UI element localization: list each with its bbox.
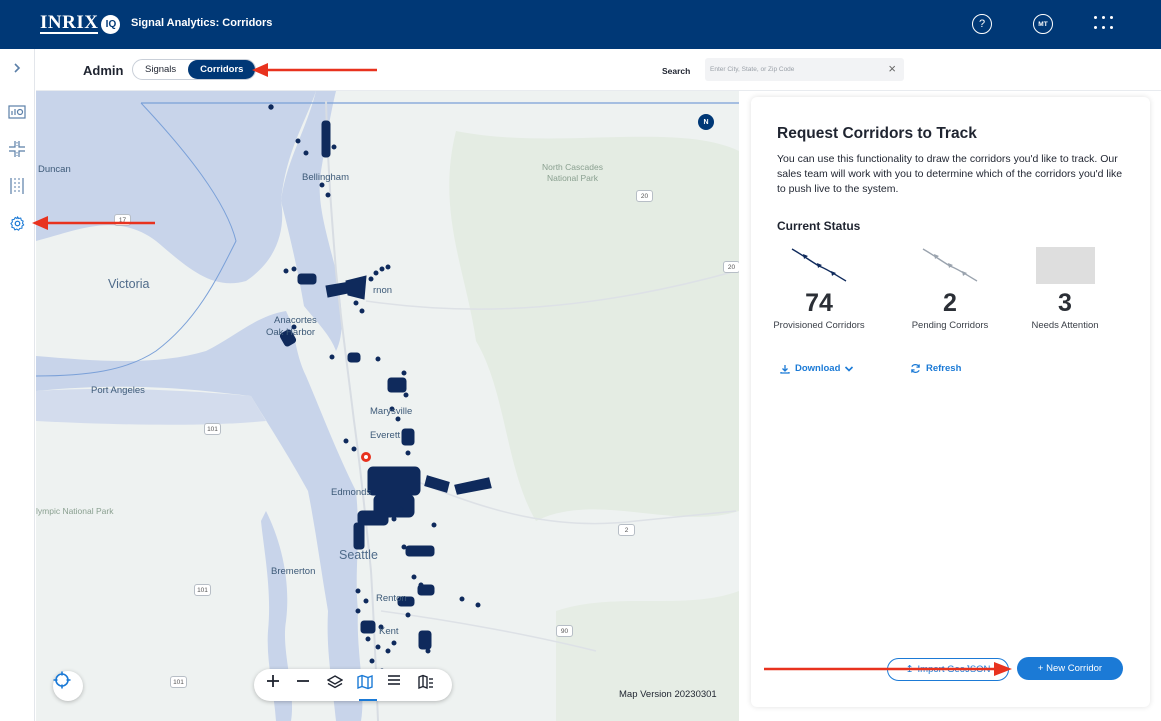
map-label-everett: Everett <box>370 430 401 441</box>
left-sidebar <box>0 49 35 721</box>
map-view-icon[interactable] <box>357 674 379 701</box>
annotation-arrow-corridors-tab <box>252 63 377 77</box>
map-view[interactable]: Duncan Victoria Bellingham North Cascade… <box>36 91 739 721</box>
map-label-renton: Renton <box>376 593 407 604</box>
map-label-north-cascades: North Cascades National Park <box>542 162 603 183</box>
panel-title: Request Corridors to Track <box>777 125 977 142</box>
request-corridors-panel: Request Corridors to Track You can use t… <box>751 97 1150 707</box>
top-bar: INRIX IQ Signal Analytics: Corridors ? M… <box>0 0 1161 49</box>
needs-attention-count: 3 <box>1058 289 1072 317</box>
avatar[interactable]: MT <box>1033 14 1053 34</box>
logo-badge: IQ <box>101 14 121 34</box>
highway-shield: 20 <box>636 190 653 202</box>
layers-icon[interactable] <box>326 674 349 696</box>
locate-me-button[interactable] <box>53 671 83 701</box>
annotation-arrow-new-corridor <box>764 662 1012 676</box>
page-title: Admin <box>83 63 124 78</box>
map-label-duncan: Duncan <box>38 164 71 175</box>
annotation-arrow-settings <box>32 216 155 230</box>
search-label: Search <box>662 66 691 76</box>
north-indicator-icon[interactable]: N <box>698 114 714 130</box>
highway-shield: 2 <box>618 524 635 536</box>
crosshair-icon <box>53 671 71 689</box>
map-label-bremerton: Bremerton <box>271 566 316 577</box>
search-box: × <box>705 58 904 81</box>
pending-count: 2 <box>943 289 957 317</box>
stat-provisioned: 74 Provisioned Corridors <box>759 245 879 331</box>
highway-shield: 101 <box>170 676 187 688</box>
view-toggle: Signals Corridors <box>132 59 257 80</box>
provisioned-corridor-icon <box>759 245 879 285</box>
highway-shield: 20 <box>723 261 739 273</box>
download-button[interactable]: Download <box>780 363 859 374</box>
needs-attention-label: Needs Attention <box>1031 320 1099 331</box>
map-label-mount-vernon: rnon <box>373 285 393 296</box>
chevron-down-icon <box>845 365 854 372</box>
stat-needs-attention: 3 Needs Attention <box>1005 245 1125 331</box>
highway-shield: 90 <box>556 625 573 637</box>
download-label: Download <box>795 363 841 374</box>
highway-shield: 101 <box>204 423 221 435</box>
refresh-label: Refresh <box>926 363 962 374</box>
app-title: Signal Analytics: Corridors <box>131 17 273 29</box>
provisioned-label: Provisioned Corridors <box>773 320 865 331</box>
intersection-icon[interactable] <box>6 138 28 160</box>
map-label-victoria: Victoria <box>108 277 150 291</box>
provisioned-count: 74 <box>805 289 833 317</box>
map-version: Map Version 20230301 <box>619 689 717 700</box>
corridor-icon[interactable] <box>6 175 28 197</box>
refresh-icon <box>911 364 920 373</box>
stat-pending: 2 Pending Corridors <box>890 245 1010 331</box>
map-label-anacortes: Anacortes <box>274 315 317 326</box>
download-icon <box>780 364 790 374</box>
highway-shield: 101 <box>194 584 211 596</box>
refresh-button[interactable]: Refresh <box>910 363 961 374</box>
pending-label: Pending Corridors <box>911 320 989 331</box>
map-label-edmonds: Edmonds <box>331 487 372 498</box>
chevron-right-icon[interactable] <box>6 57 28 79</box>
panel-description: You can use this functionality to draw t… <box>777 153 1123 195</box>
zoom-out-icon[interactable] <box>296 674 318 696</box>
dashboard-icon[interactable] <box>6 101 28 123</box>
inrix-iq-logo[interactable]: INRIX IQ <box>40 12 121 34</box>
logo-text: INRIX <box>40 12 99 34</box>
sub-header: Admin Signals Corridors Search × <box>36 49 1161 91</box>
zoom-in-icon[interactable] <box>266 674 288 696</box>
gear-icon[interactable] <box>6 212 28 234</box>
map-label-bellingham: Bellingham <box>302 172 349 183</box>
help-icon[interactable]: ? <box>972 14 992 34</box>
close-icon[interactable]: × <box>888 61 896 76</box>
map-legend-icon[interactable] <box>418 674 440 696</box>
apps-grid-icon[interactable] <box>1094 16 1114 32</box>
map-label-port-angeles: Port Angeles <box>91 385 145 396</box>
map-label-marysville: Marysville <box>370 406 413 417</box>
map-label-olympic: lympic National Park <box>36 506 114 516</box>
tab-signals[interactable]: Signals <box>133 60 188 79</box>
map-label-oak-harbor: Oak Harbor <box>266 327 316 338</box>
needs-attention-placeholder <box>1005 245 1125 285</box>
status-title: Current Status <box>777 219 861 233</box>
search-input[interactable] <box>705 58 875 81</box>
map-label-kent: Kent <box>379 626 399 637</box>
new-corridor-button[interactable]: + New Corridor <box>1017 657 1123 680</box>
tab-corridors[interactable]: Corridors <box>188 60 256 79</box>
map-label-seattle: Seattle <box>339 548 378 562</box>
list-view-icon[interactable] <box>387 674 409 696</box>
map-toolbar <box>254 669 452 701</box>
pending-corridor-icon <box>890 245 1010 285</box>
